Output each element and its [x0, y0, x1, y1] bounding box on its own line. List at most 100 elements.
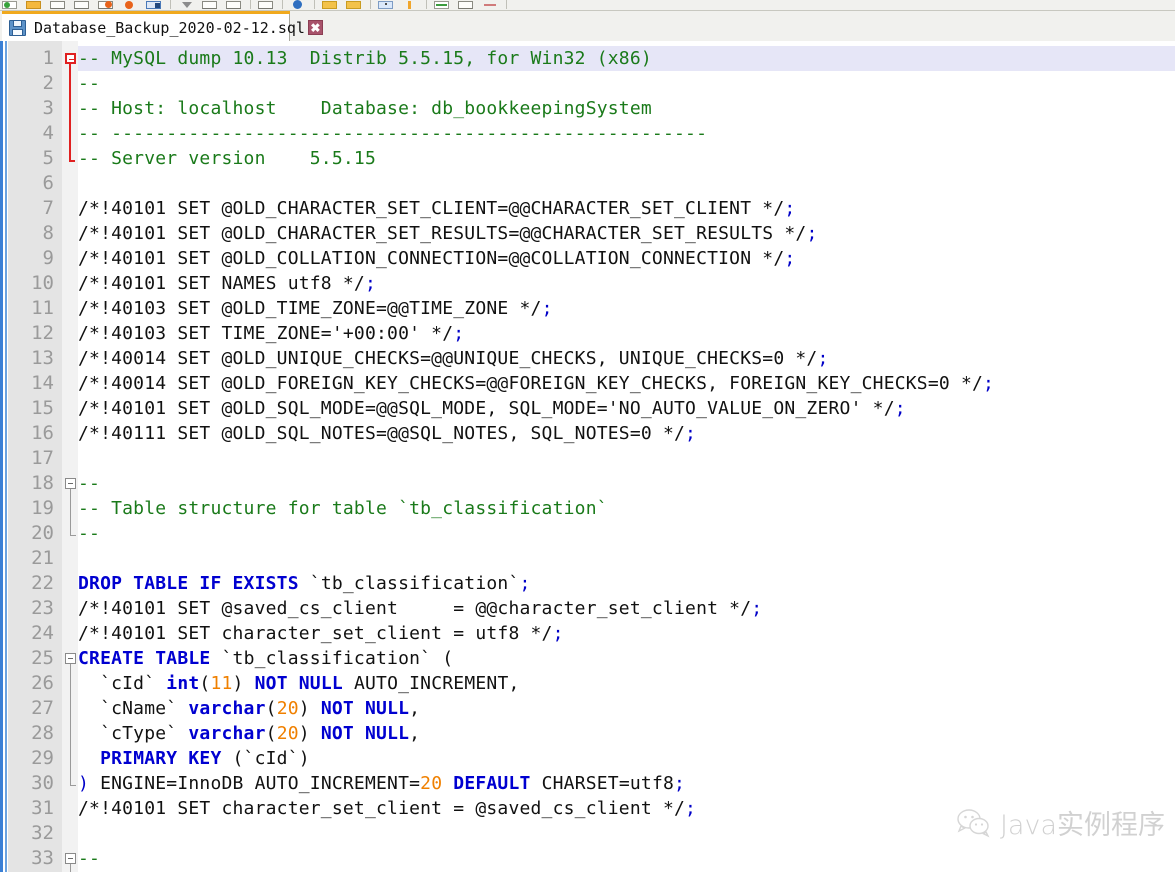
- token-op: ;: [519, 573, 531, 594]
- line-number: 16: [8, 421, 62, 446]
- indent-guide-icon[interactable]: [456, 0, 476, 10]
- code-line[interactable]: /*!40103 SET TIME_ZONE='+00:00' */;: [78, 321, 1175, 346]
- fold-margin[interactable]: [62, 41, 78, 872]
- code-line[interactable]: CREATE TABLE `tb_classification` (: [78, 646, 1175, 671]
- token-cm: -- Table structure for table `tb_classif…: [78, 498, 608, 519]
- code-line[interactable]: [78, 171, 1175, 196]
- code-text: /*!40101 SET @OLD_COLLATION_CONNECTION=@…: [78, 246, 795, 271]
- floppy-disk-icon: [9, 19, 26, 36]
- code-text: -- Server version 5.5.15: [78, 146, 376, 171]
- toolbar[interactable]: [0, 0, 1175, 11]
- fold-line: [70, 521, 71, 536]
- undo-icon[interactable]: [200, 0, 220, 10]
- code-text: /*!40101 SET @OLD_CHARACTER_SET_RESULTS=…: [78, 221, 817, 246]
- code-line[interactable]: PRIMARY KEY (`cId`): [78, 746, 1175, 771]
- code-line[interactable]: /*!40103 SET @OLD_TIME_ZONE=@@TIME_ZONE …: [78, 296, 1175, 321]
- line-number: 10: [8, 271, 62, 296]
- line-number-label: 20: [31, 522, 54, 544]
- code-line[interactable]: DROP TABLE IF EXISTS `tb_classification`…: [78, 571, 1175, 596]
- token-pl: AUTO_INCREMENT,: [342, 673, 520, 694]
- token-pl: /*!40103 SET TIME_ZONE='+00:00' */: [78, 323, 454, 344]
- word-wrap-icon[interactable]: [400, 0, 420, 10]
- token-pl: /*!40101 SET @OLD_CHARACTER_SET_CLIENT=@…: [78, 198, 785, 219]
- fold-collapse-icon[interactable]: [65, 653, 76, 664]
- save-all-icon[interactable]: [72, 0, 92, 10]
- code-line[interactable]: /*!40101 SET @OLD_COLLATION_CONNECTION=@…: [78, 246, 1175, 271]
- code-line[interactable]: --: [78, 71, 1175, 96]
- zoom-in-icon[interactable]: [320, 0, 340, 10]
- print-icon[interactable]: [96, 0, 116, 10]
- fold-line: [70, 696, 71, 721]
- code-line[interactable]: -- -------------------------------------…: [78, 121, 1175, 146]
- code-line[interactable]: `cName` varchar(20) NOT NULL,: [78, 696, 1175, 721]
- token-pl: /*!40014 SET @OLD_FOREIGN_KEY_CHECKS=@@F…: [78, 373, 984, 394]
- token-cm: -- -------------------------------------…: [78, 123, 708, 144]
- token-pl: /*!40111 SET @OLD_SQL_NOTES=@@SQL_NOTES,…: [78, 423, 686, 444]
- token-pl: CHARSET=utf8: [530, 773, 675, 794]
- token-cm: --: [78, 473, 101, 494]
- code-line[interactable]: /*!40101 SET @OLD_CHARACTER_SET_RESULTS=…: [78, 221, 1175, 246]
- code-line[interactable]: /*!40101 SET character_set_client = @sav…: [78, 796, 1175, 821]
- code-line[interactable]: --: [78, 846, 1175, 871]
- macro-record-icon[interactable]: [480, 0, 500, 10]
- code-line[interactable]: --: [78, 521, 1175, 546]
- paste-icon[interactable]: [176, 0, 196, 10]
- code-line[interactable]: -- Host: localhost Database: db_bookkeep…: [78, 96, 1175, 121]
- line-number-label: 29: [31, 747, 54, 769]
- sync-scroll-icon[interactable]: [376, 0, 396, 10]
- find-icon[interactable]: [256, 0, 276, 10]
- code-line[interactable]: `cType` varchar(20) NOT NULL,: [78, 721, 1175, 746]
- code-line[interactable]: /*!40014 SET @OLD_UNIQUE_CHECKS=@@UNIQUE…: [78, 346, 1175, 371]
- toolbar-separator: [314, 0, 315, 9]
- code-line[interactable]: -- MySQL dump 10.13 Distrib 5.5.15, for …: [78, 46, 1175, 71]
- code-line[interactable]: /*!40101 SET character_set_client = utf8…: [78, 621, 1175, 646]
- show-all-chars-icon[interactable]: [432, 0, 452, 10]
- tab-database-backup[interactable]: Database_Backup_2020-02-12.sql ✖: [2, 14, 323, 41]
- replace-icon[interactable]: [288, 0, 308, 10]
- code-text: --: [78, 521, 100, 546]
- line-number: 13: [8, 346, 62, 371]
- zoom-out-icon[interactable]: [344, 0, 364, 10]
- copy-icon[interactable]: [144, 0, 164, 10]
- line-number-label: 25: [31, 647, 54, 669]
- code-line[interactable]: -- Server version 5.5.15: [78, 146, 1175, 171]
- token-pl: /*!40014 SET @OLD_UNIQUE_CHECKS=@@UNIQUE…: [78, 348, 818, 369]
- redo-icon[interactable]: [224, 0, 244, 10]
- line-number-label: 24: [31, 622, 54, 644]
- code-line[interactable]: [78, 446, 1175, 471]
- code-line[interactable]: ) ENGINE=InnoDB AUTO_INCREMENT=20 DEFAUL…: [78, 771, 1175, 796]
- editor-area[interactable]: 1 2 3 4 5 6 7 8 9 10 11 12 13 14 15 16 17 18 19 20 21 22 23 24 2…: [0, 41, 1175, 872]
- tab-bar[interactable]: Database_Backup_2020-02-12.sql ✖: [0, 11, 1175, 41]
- open-folder-icon[interactable]: [48, 0, 68, 10]
- code-text: -- MySQL dump 10.13 Distrib 5.5.15, for …: [78, 46, 652, 71]
- code-line[interactable]: `cId` int(11) NOT NULL AUTO_INCREMENT,: [78, 671, 1175, 696]
- fold-collapse-icon[interactable]: [65, 478, 76, 489]
- code-line[interactable]: [78, 821, 1175, 846]
- save-icon[interactable]: [24, 0, 44, 10]
- code-line[interactable]: /*!40111 SET @OLD_SQL_NOTES=@@SQL_NOTES,…: [78, 421, 1175, 446]
- line-number-label: 17: [31, 447, 54, 469]
- code-line[interactable]: /*!40101 SET NAMES utf8 */;: [78, 271, 1175, 296]
- code-area[interactable]: -- MySQL dump 10.13 Distrib 5.5.15, for …: [78, 41, 1175, 872]
- fold-end-marker: [69, 160, 75, 162]
- code-line[interactable]: [78, 546, 1175, 571]
- code-line[interactable]: --: [78, 471, 1175, 496]
- line-number-label: 13: [31, 347, 54, 369]
- code-text: /*!40014 SET @OLD_FOREIGN_KEY_CHECKS=@@F…: [78, 371, 994, 396]
- cut-icon[interactable]: [120, 0, 140, 10]
- code-line[interactable]: /*!40014 SET @OLD_FOREIGN_KEY_CHECKS=@@F…: [78, 371, 1175, 396]
- code-line[interactable]: -- Table structure for table `tb_classif…: [78, 496, 1175, 521]
- code-line[interactable]: /*!40101 SET @saved_cs_client = @@charac…: [78, 596, 1175, 621]
- new-file-icon[interactable]: [0, 0, 20, 10]
- code-line[interactable]: /*!40101 SET @OLD_CHARACTER_SET_CLIENT=@…: [78, 196, 1175, 221]
- token-pl: `tb_classification` (: [210, 648, 454, 669]
- token-cm: --: [78, 523, 101, 544]
- close-icon[interactable]: ✖: [307, 20, 323, 35]
- token-kw: NOT NULL: [320, 698, 410, 719]
- code-line[interactable]: /*!40101 SET @OLD_SQL_MODE=@@SQL_MODE, S…: [78, 396, 1175, 421]
- fold-end-marker: [70, 535, 76, 536]
- fold-collapse-icon[interactable]: [65, 853, 76, 864]
- token-num: 20: [276, 723, 299, 744]
- fold-collapse-icon[interactable]: [65, 53, 76, 64]
- token-op: ;: [784, 248, 796, 269]
